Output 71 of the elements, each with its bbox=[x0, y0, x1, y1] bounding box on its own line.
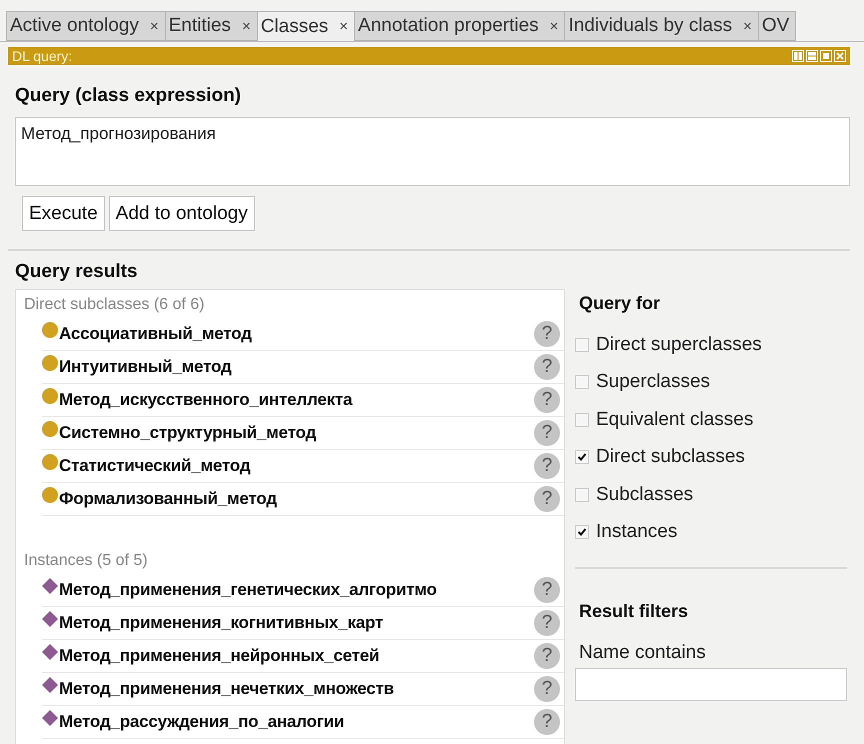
help-icon[interactable]: ? bbox=[534, 577, 560, 603]
result-item[interactable]: Статистический_метод bbox=[59, 456, 250, 476]
result-item[interactable]: Метод_искусственного_интеллекта bbox=[59, 390, 352, 410]
section-heading: Result filters bbox=[578, 600, 690, 622]
tab[interactable]: Annotation properties × bbox=[354, 11, 566, 41]
circle-icon bbox=[42, 454, 58, 470]
section-title: Direct subclasses (6 of 6) bbox=[24, 296, 205, 314]
circle-icon bbox=[42, 388, 58, 404]
add-button[interactable]: Add to ontology bbox=[108, 196, 255, 231]
checkbox-label: Superclasses bbox=[596, 371, 710, 394]
result-item[interactable]: Метод_применения_нечетких_множеств bbox=[59, 679, 394, 699]
checkbox-label: Instances bbox=[596, 521, 678, 544]
tab[interactable]: Individuals by class × bbox=[564, 11, 759, 41]
help-icon[interactable]: ? bbox=[534, 610, 560, 636]
circle-icon bbox=[42, 322, 58, 338]
result-item[interactable]: Интуитивный_метод bbox=[59, 357, 232, 377]
close-icon[interactable]: × bbox=[339, 18, 348, 35]
view-title: DL query: bbox=[12, 48, 72, 64]
help-icon[interactable]: ? bbox=[534, 643, 560, 669]
result-item[interactable]: Ассоциативный_метод bbox=[59, 324, 252, 344]
split-vertical-icon[interactable] bbox=[792, 50, 804, 62]
close-icon[interactable]: × bbox=[550, 18, 558, 34]
help-icon[interactable]: ? bbox=[534, 387, 560, 413]
close-icon[interactable] bbox=[834, 50, 846, 62]
help-icon[interactable]: ? bbox=[534, 676, 560, 702]
checkbox[interactable] bbox=[575, 525, 589, 540]
checkbox[interactable] bbox=[575, 488, 589, 502]
circle-icon bbox=[42, 487, 58, 503]
result-item[interactable]: Метод_рассуждения_по_аналогии bbox=[59, 712, 344, 732]
checkbox-label: Direct subclasses bbox=[596, 446, 745, 468]
section-heading: Query results bbox=[14, 260, 138, 283]
close-icon[interactable]: × bbox=[242, 18, 251, 34]
checkbox-label: Equivalent classes bbox=[596, 408, 754, 431]
close-icon[interactable]: × bbox=[743, 18, 752, 34]
tab[interactable]: OV bbox=[758, 11, 796, 41]
section-heading: Query for bbox=[578, 292, 662, 315]
execute-button[interactable]: Execute bbox=[22, 196, 105, 231]
checkbox[interactable] bbox=[575, 338, 589, 352]
checkbox[interactable] bbox=[575, 450, 589, 464]
tab[interactable]: Entities × bbox=[164, 11, 258, 41]
result-item[interactable]: Системно_структурный_метод bbox=[59, 423, 316, 443]
help-icon[interactable]: ? bbox=[534, 420, 560, 446]
circle-icon bbox=[42, 421, 58, 437]
section-title: Instances (5 of 5) bbox=[24, 552, 148, 570]
help-icon[interactable]: ? bbox=[534, 354, 560, 380]
help-icon[interactable]: ? bbox=[534, 486, 560, 512]
maximize-icon[interactable] bbox=[820, 50, 832, 62]
help-icon[interactable]: ? bbox=[534, 453, 560, 479]
name-field[interactable] bbox=[575, 668, 847, 701]
tab[interactable]: Active ontology × bbox=[6, 11, 166, 41]
section-heading: Query (class expression) bbox=[14, 84, 241, 107]
split-horizontal-icon[interactable] bbox=[806, 50, 818, 62]
close-icon[interactable]: × bbox=[150, 18, 159, 34]
diamond-icon bbox=[42, 644, 58, 660]
diamond-icon bbox=[42, 611, 58, 627]
help-icon[interactable]: ? bbox=[534, 709, 560, 735]
result-item[interactable]: Метод_применения_нейронных_сетей bbox=[59, 646, 380, 666]
checkbox-label: Subclasses bbox=[596, 484, 694, 506]
checkbox-label: Direct superclasses bbox=[596, 334, 762, 356]
circle-icon bbox=[42, 355, 58, 371]
result-item[interactable]: Метод_применения_генетических_алгоритмо bbox=[59, 580, 437, 600]
help-icon[interactable]: ? bbox=[534, 321, 560, 347]
checkbox[interactable] bbox=[575, 412, 589, 427]
checkbox[interactable] bbox=[575, 375, 589, 390]
diamond-icon bbox=[42, 677, 58, 693]
result-item[interactable]: Метод_применения_когнитивных_карт bbox=[59, 613, 384, 633]
diamond-icon bbox=[42, 578, 58, 594]
result-item[interactable]: Формализованный_метод bbox=[59, 489, 277, 509]
diamond-icon bbox=[42, 710, 58, 726]
field-label: Name contains bbox=[578, 642, 707, 664]
query-field[interactable]: Метод_прогнозирования bbox=[15, 117, 850, 186]
